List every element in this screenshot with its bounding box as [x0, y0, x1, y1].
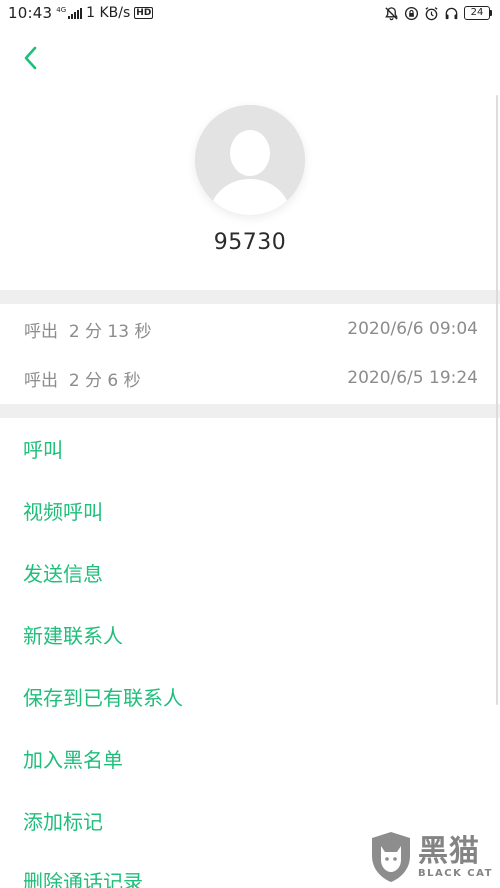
call-datetime: 2020/6/5 19:24 — [347, 368, 478, 388]
delete-call-log-button[interactable]: 删除通话记录 — [23, 867, 143, 888]
battery-icon: 24 — [464, 6, 492, 20]
chevron-left-icon — [24, 46, 37, 70]
call-type: 呼出 — [24, 321, 58, 342]
call-summary: 呼出 2 分 13 秒 — [24, 317, 151, 342]
contact-number: 95730 — [213, 230, 287, 255]
add-to-blacklist-button[interactable]: 加入黑名单 — [23, 745, 123, 775]
default-avatar-icon — [195, 105, 305, 215]
network-type-label: 4G — [56, 6, 67, 14]
status-bar: 10:43 4G 1 KB/s HD 24 — [0, 0, 500, 26]
call-log-row: 呼出 2 分 13 秒 2020/6/6 09:04 — [24, 317, 478, 342]
video-call-button[interactable]: 视频呼叫 — [23, 497, 103, 527]
call-duration: 2 分 13 秒 — [68, 321, 152, 342]
back-button[interactable] — [14, 42, 46, 74]
headset-icon — [444, 6, 459, 21]
watermark-en: BLACK CAT — [418, 867, 493, 879]
call-summary: 呼出 2 分 6 秒 — [24, 366, 141, 391]
contact-avatar — [195, 105, 305, 215]
call-datetime: 2020/6/6 09:04 — [347, 319, 478, 339]
mute-bell-icon — [384, 6, 399, 21]
hd-badge: HD — [134, 7, 154, 19]
watermark-cn: 黑猫 — [418, 833, 480, 869]
scrollbar[interactable] — [496, 95, 498, 705]
status-time: 10:43 — [8, 4, 53, 22]
new-contact-button[interactable]: 新建联系人 — [23, 621, 123, 651]
black-cat-watermark: 黑猫 BLACK CAT — [368, 828, 496, 886]
save-to-existing-contact-button[interactable]: 保存到已有联系人 — [23, 683, 183, 713]
cat-shield-icon — [372, 832, 410, 882]
section-divider — [0, 290, 500, 304]
lock-rotation-icon — [404, 6, 419, 21]
battery-level: 24 — [464, 6, 490, 20]
call-log-row: 呼出 2 分 6 秒 2020/6/5 19:24 — [24, 366, 478, 391]
alarm-icon — [424, 6, 439, 21]
signal-icon — [68, 7, 83, 19]
network-speed: 1 KB/s — [86, 5, 131, 21]
section-divider — [0, 404, 500, 418]
send-message-button[interactable]: 发送信息 — [23, 559, 103, 589]
call-duration: 2 分 6 秒 — [68, 370, 141, 391]
add-tag-button[interactable]: 添加标记 — [23, 807, 103, 837]
call-button[interactable]: 呼叫 — [23, 435, 63, 465]
call-type: 呼出 — [24, 370, 58, 391]
